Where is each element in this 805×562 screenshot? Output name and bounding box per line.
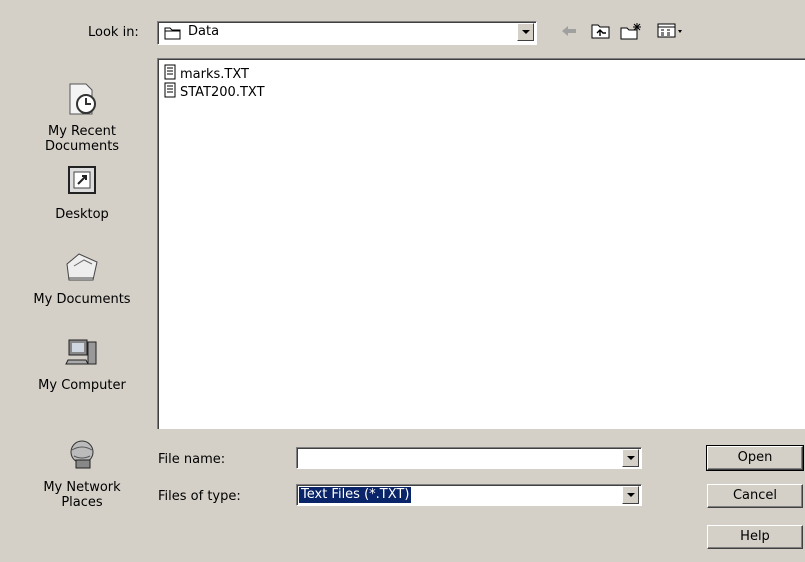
list-item[interactable]: STAT200.TXT (164, 82, 265, 102)
new-folder-icon[interactable] (619, 22, 643, 44)
files-of-type-dropdown-button[interactable] (622, 486, 639, 504)
open-button[interactable]: Open (706, 445, 804, 471)
look-in-combobox[interactable]: Data (157, 21, 537, 45)
up-one-level-icon[interactable] (590, 22, 612, 44)
back-arrow-icon[interactable] (559, 22, 579, 44)
places-label: My Recent Documents (44, 124, 120, 154)
file-list[interactable]: marks.TXT STAT200.TXT (157, 58, 805, 429)
places-my-documents[interactable]: My Documents (12, 250, 152, 307)
places-label: Desktop (55, 207, 109, 222)
desktop-icon (12, 165, 152, 203)
my-computer-icon (12, 336, 152, 374)
file-name-combobox[interactable] (296, 447, 642, 469)
file-name-input[interactable] (300, 450, 614, 467)
places-recent-documents[interactable]: My Recent Documents (12, 82, 152, 154)
files-of-type-value: Text Files (*.TXT) (299, 487, 412, 503)
look-in-label: Look in: (88, 25, 139, 40)
help-button[interactable]: Help (707, 525, 803, 549)
text-file-icon (164, 64, 176, 84)
look-in-dropdown-button[interactable] (517, 23, 534, 41)
text-file-icon (164, 82, 176, 102)
file-name-label: File name: (158, 452, 226, 467)
folder-icon (164, 26, 182, 44)
network-places-icon (12, 438, 152, 476)
places-desktop[interactable]: Desktop (12, 165, 152, 222)
my-documents-icon (12, 250, 152, 288)
places-network[interactable]: My Network Places (12, 438, 152, 510)
views-menu-icon[interactable] (657, 22, 687, 44)
file-name: STAT200.TXT (180, 84, 265, 100)
cancel-button[interactable]: Cancel (707, 484, 803, 508)
file-name: marks.TXT (180, 66, 249, 82)
file-name-dropdown-button[interactable] (622, 449, 639, 467)
places-label: My Documents (33, 292, 131, 307)
recent-documents-icon (12, 82, 152, 120)
look-in-value: Data (188, 24, 220, 39)
places-label: My Network Places (43, 480, 121, 510)
places-my-computer[interactable]: My Computer (12, 336, 152, 393)
list-item[interactable]: marks.TXT (164, 64, 249, 84)
places-label: My Computer (38, 378, 126, 393)
files-of-type-label: Files of type: (158, 489, 241, 504)
files-of-type-select[interactable]: Text Files (*.TXT) (296, 484, 642, 506)
